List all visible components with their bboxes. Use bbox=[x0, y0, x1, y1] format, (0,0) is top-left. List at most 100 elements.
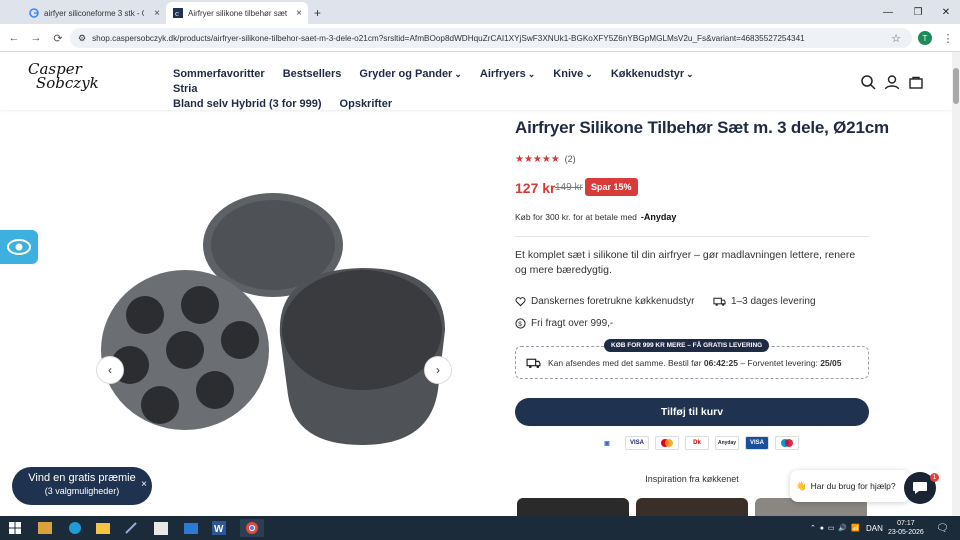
product-rating[interactable]: ★★★★★ (2) bbox=[515, 154, 576, 165]
chevron-down-icon: ⌄ bbox=[454, 69, 462, 79]
truck-icon bbox=[713, 297, 726, 306]
nav-item[interactable]: Bestsellers bbox=[283, 67, 342, 82]
close-promo-icon[interactable]: × bbox=[141, 479, 147, 490]
bookmark-star-icon[interactable]: ☆ bbox=[888, 30, 904, 46]
feature-item: $ Fri fragt over 999,- bbox=[515, 318, 613, 329]
visa-electron-icon: VISA bbox=[745, 436, 769, 450]
chevron-down-icon: ⌄ bbox=[686, 69, 694, 79]
product-description: Et komplet sæt i silikone til din airfry… bbox=[515, 249, 856, 276]
dankort-icon: Dk bbox=[685, 436, 709, 450]
scrollbar-thumb[interactable] bbox=[953, 68, 959, 104]
anyday-info: Køb for 300 kr. for at betale med -Anyday bbox=[515, 212, 676, 222]
reload-icon[interactable]: ⟳ bbox=[50, 30, 66, 46]
edge-icon[interactable] bbox=[66, 519, 84, 537]
minimize-icon[interactable]: — bbox=[872, 0, 904, 24]
chrome-icon[interactable] bbox=[240, 519, 264, 537]
input-language[interactable]: DAN bbox=[866, 516, 883, 540]
notifications-icon[interactable]: 🗨 bbox=[936, 516, 949, 540]
product-gallery: ‹ › bbox=[0, 110, 500, 516]
save-badge: Spar 15% bbox=[585, 178, 638, 196]
cart-icon[interactable] bbox=[908, 74, 924, 90]
nav-item-label: Gryder og Pander bbox=[359, 68, 453, 80]
search-icon[interactable] bbox=[860, 74, 876, 90]
google-icon bbox=[28, 8, 39, 19]
windows-taskbar: W ⌃ ● ▭ 🔊 📶 DAN 07:17 23-05-2026 🗨 bbox=[0, 516, 960, 540]
visa-icon: VISA bbox=[625, 436, 649, 450]
nav-item-label: Køkkenudstyr bbox=[610, 68, 685, 80]
browser-menu-icon[interactable]: ⋮ bbox=[940, 30, 956, 46]
profile-avatar[interactable]: T bbox=[918, 31, 932, 45]
maestro-icon bbox=[775, 436, 799, 450]
system-tray-icons[interactable]: ⌃ ● ▭ 🔊 📶 bbox=[810, 516, 860, 540]
site-header: Casper Sobczyk Sommerfavoritter Bestselle… bbox=[0, 52, 952, 110]
nav-item[interactable]: Knive ⌄ bbox=[553, 67, 593, 82]
file-explorer-icon[interactable] bbox=[94, 519, 112, 537]
forward-icon[interactable]: → bbox=[28, 30, 44, 46]
nav-item[interactable]: Stria bbox=[173, 82, 197, 97]
inspiration-thumb[interactable] bbox=[517, 498, 629, 516]
chevron-down-icon: ⌄ bbox=[585, 69, 593, 79]
mail-icon[interactable] bbox=[182, 519, 200, 537]
store-icon[interactable] bbox=[152, 519, 170, 537]
browser-tab-google[interactable]: airfyer siliconeforme 3 stk - Go × bbox=[22, 2, 166, 24]
add-to-cart-button[interactable]: Tilføj til kurv bbox=[515, 398, 869, 426]
review-count: (2) bbox=[564, 154, 576, 164]
close-window-icon[interactable]: ✕ bbox=[930, 0, 960, 24]
nav-item-label: Stria bbox=[173, 83, 198, 95]
nav-item-label: Airfryers bbox=[479, 68, 526, 80]
main-navigation: Sommerfavoritter Bestsellers Gryder og Pan… bbox=[173, 67, 733, 112]
gallery-next-arrow[interactable]: › bbox=[424, 356, 452, 384]
media-player-icon[interactable] bbox=[36, 519, 54, 537]
delivery-truck-icon bbox=[526, 358, 541, 369]
nav-item[interactable]: Køkkenudstyr ⌄ bbox=[611, 67, 694, 82]
promo-subtitle: (3 valgmuligheder) bbox=[44, 486, 120, 496]
close-tab-icon[interactable]: × bbox=[154, 8, 160, 19]
wave-icon: 👋 bbox=[796, 480, 807, 491]
browser-tab-product[interactable]: c Airfryer silikone tilbehør sæt (3 × bbox=[166, 2, 308, 24]
windows-start-icon[interactable] bbox=[6, 519, 24, 537]
account-icon[interactable] bbox=[884, 74, 900, 90]
free-prize-popup[interactable]: Vind en gratis præmie (3 valgmuligheder)… bbox=[12, 467, 152, 505]
nav-item[interactable]: Gryder og Pander ⌄ bbox=[359, 67, 461, 82]
browser-tab-strip: airfyer siliconeforme 3 stk - Go × c Air… bbox=[0, 0, 960, 24]
gallery-prev-arrow[interactable]: ‹ bbox=[96, 356, 124, 384]
promo-title: Vind en gratis præmie bbox=[28, 472, 136, 484]
nav-item[interactable]: Sommerfavoritter bbox=[173, 67, 265, 82]
delivery-date: 25/05 bbox=[820, 358, 842, 368]
site-favicon-icon: c bbox=[172, 8, 183, 19]
address-bar[interactable]: ⚙ shop.caspersobczyk.dk/products/airfrye… bbox=[70, 28, 912, 48]
nav-item-label: Sommerfavoritter bbox=[173, 68, 265, 80]
snipping-tool-icon[interactable] bbox=[122, 519, 140, 537]
anyday-pay-icon: Anyday bbox=[715, 436, 739, 450]
word-icon[interactable]: W bbox=[210, 519, 228, 537]
url-text: shop.caspersobczyk.dk/products/airfryer-… bbox=[92, 33, 805, 43]
mobilepay-icon: ▣ bbox=[604, 440, 610, 447]
accessibility-button[interactable] bbox=[0, 230, 38, 264]
anyday-brand: -Anyday bbox=[640, 212, 677, 222]
inspiration-thumb[interactable] bbox=[636, 498, 748, 516]
page-scrollbar[interactable] bbox=[952, 52, 960, 516]
new-tab-button[interactable]: + bbox=[308, 2, 330, 24]
site-info-icon[interactable]: ⚙ bbox=[78, 33, 86, 44]
accessibility-eye-icon bbox=[7, 239, 31, 255]
chat-prompt[interactable]: 👋 Har du brug for hjælp? bbox=[790, 470, 910, 502]
product-title: Airfryer Silikone Tilbehør Sæt m. 3 dele… bbox=[515, 118, 889, 137]
nav-item[interactable]: Airfryers ⌄ bbox=[480, 67, 535, 82]
logo-line2: Sobczyk bbox=[36, 74, 99, 92]
svg-text:c: c bbox=[175, 10, 179, 18]
close-tab-icon[interactable]: × bbox=[296, 8, 302, 19]
current-price: 127 kr bbox=[515, 180, 556, 196]
nav-item-label: Bestsellers bbox=[282, 68, 342, 80]
anyday-text: Køb for 300 kr. for at betale med bbox=[515, 212, 637, 222]
back-icon[interactable]: ← bbox=[6, 30, 22, 46]
browser-toolbar: ← → ⟳ ⚙ shop.caspersobczyk.dk/products/a… bbox=[0, 24, 960, 52]
mastercard-icon bbox=[655, 436, 679, 450]
product-image bbox=[101, 193, 445, 445]
svg-text:$: $ bbox=[518, 321, 522, 328]
nav-item-label: Knive bbox=[553, 68, 584, 80]
clock[interactable]: 07:17 23-05-2026 bbox=[888, 516, 924, 540]
svg-text:W: W bbox=[214, 524, 224, 535]
site-logo[interactable]: Casper Sobczyk bbox=[28, 62, 99, 92]
shipping-text: Kan afsendes med det samme. Bestil før 0… bbox=[548, 358, 842, 368]
divider bbox=[515, 236, 869, 237]
